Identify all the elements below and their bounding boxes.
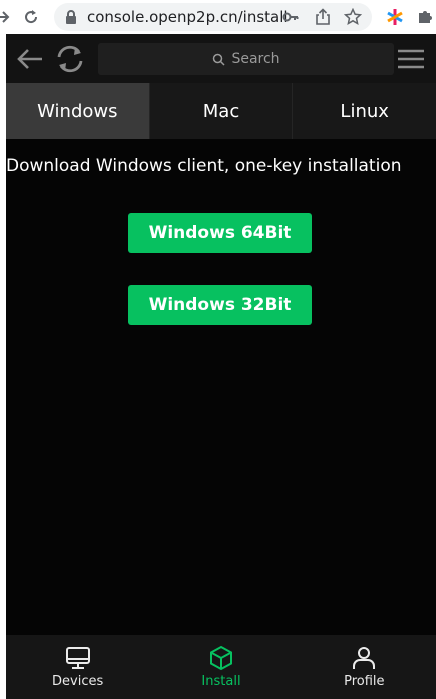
- os-tabs: Windows Mac Linux: [6, 83, 436, 139]
- refresh-button[interactable]: [53, 42, 87, 76]
- extensions-button[interactable]: [412, 4, 436, 30]
- top-bar: Search: [6, 34, 436, 83]
- extension-colorful-button[interactable]: [382, 4, 408, 30]
- hamburger-menu-icon: [398, 49, 424, 69]
- download-windows-64bit-button[interactable]: Windows 64Bit: [128, 213, 312, 253]
- star-icon[interactable]: [343, 7, 363, 26]
- url-text: console.openp2p.cn/install: [87, 8, 288, 26]
- nav-item-devices[interactable]: Devices: [6, 635, 149, 699]
- browser-toolbar: console.openp2p.cn/install: [0, 0, 436, 34]
- install-description: Download Windows client, one-key install…: [6, 156, 402, 176]
- puzzle-icon: [419, 11, 432, 23]
- search-input[interactable]: Search: [98, 43, 394, 75]
- asterisk-logo-icon: [387, 9, 403, 25]
- reload-button[interactable]: [18, 4, 44, 30]
- refresh-icon: [57, 45, 83, 73]
- tab-windows[interactable]: Windows: [6, 83, 150, 139]
- lock-icon: [64, 9, 78, 29]
- user-icon: [353, 647, 376, 669]
- address-bar[interactable]: console.openp2p.cn/install: [54, 3, 372, 31]
- arrow-left-icon: [17, 49, 42, 69]
- nav-label-install: Install: [201, 674, 241, 689]
- monitor-icon: [65, 647, 90, 669]
- tab-linux[interactable]: Linux: [293, 83, 436, 139]
- tab-mac[interactable]: Mac: [150, 83, 294, 139]
- search-icon: [212, 53, 225, 66]
- reload-icon: [25, 10, 38, 24]
- key-icon[interactable]: [282, 8, 300, 26]
- search-placeholder: Search: [231, 51, 280, 67]
- nav-label-profile: Profile: [344, 674, 385, 689]
- app-container: Search Windows Mac Linux Download Window…: [6, 34, 436, 699]
- download-windows-32bit-button[interactable]: Windows 32Bit: [128, 285, 312, 325]
- share-icon[interactable]: [314, 8, 332, 26]
- forward-button[interactable]: [0, 4, 16, 30]
- nav-label-devices: Devices: [52, 674, 104, 689]
- nav-item-profile[interactable]: Profile: [293, 635, 436, 699]
- back-button[interactable]: [13, 42, 47, 76]
- package-icon: [209, 645, 232, 671]
- arrow-right-icon: [0, 11, 10, 23]
- menu-button[interactable]: [394, 42, 428, 76]
- nav-item-install[interactable]: Install: [149, 635, 292, 699]
- bottom-navigation: Devices Install Profile: [6, 635, 436, 699]
